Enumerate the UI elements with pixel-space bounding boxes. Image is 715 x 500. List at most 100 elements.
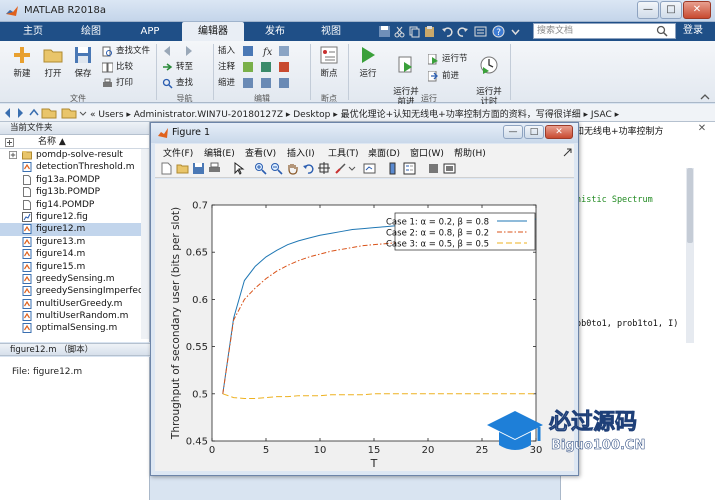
open-button[interactable]: 打开: [40, 45, 66, 79]
figure-menu-desktop[interactable]: 桌面(D): [368, 146, 400, 159]
editor-tab-label[interactable]: 知无线电+功率控制方: [575, 124, 664, 137]
nav-back-forward-icon[interactable]: [162, 45, 194, 58]
address-nav-icons[interactable]: [4, 107, 88, 119]
goto-button[interactable]: 转至: [162, 61, 193, 74]
editor-close-icon[interactable]: ✕: [696, 123, 708, 135]
minimize-button[interactable]: —: [637, 1, 659, 19]
file-item[interactable]: fig14.POMDP: [0, 199, 149, 211]
quick-copy-icon[interactable]: [408, 25, 421, 38]
file-name: detectionThreshold.m: [36, 162, 135, 173]
tab-apps[interactable]: APP: [124, 22, 176, 41]
zoom-out-icon[interactable]: [270, 162, 283, 175]
file-item[interactable]: optimalSensing.m: [0, 322, 149, 334]
figure-menu-view[interactable]: 查看(V): [245, 146, 276, 159]
address-bar: « Users ▸ Administrator.WIN7U-20180127Z …: [0, 104, 715, 122]
name-column-header[interactable]: 名称 ▲: [0, 135, 149, 149]
file-item[interactable]: fig13b.POMDP: [0, 186, 149, 198]
undo-icon[interactable]: [441, 25, 454, 38]
new-button[interactable]: 新建: [8, 45, 36, 79]
maximize-button[interactable]: □: [660, 1, 682, 19]
quick-cut-icon[interactable]: [393, 25, 406, 38]
new-figure-icon[interactable]: [160, 162, 173, 175]
figure-menu-help[interactable]: 帮助(H): [454, 146, 486, 159]
file-name: fig14.POMDP: [36, 199, 95, 210]
colorbar-icon[interactable]: [387, 162, 400, 175]
file-item[interactable]: multiUserGreedy.m: [0, 298, 149, 310]
print-button[interactable]: 打印: [102, 77, 133, 90]
file-name: figure12.fig: [36, 211, 88, 222]
zoom-in-icon[interactable]: [254, 162, 267, 175]
quick-paste-icon[interactable]: [423, 25, 436, 38]
run-section-button[interactable]: 运行节: [428, 53, 468, 66]
search-icon[interactable]: [656, 25, 668, 37]
figure-menu-edit[interactable]: 编辑(E): [204, 146, 235, 159]
link-plot-icon[interactable]: [363, 162, 376, 175]
file-item[interactable]: figure13.m: [0, 236, 149, 248]
hide-plot-tools-icon[interactable]: [427, 162, 440, 175]
file-item[interactable]: fig13a.POMDP: [0, 174, 149, 186]
file-item[interactable]: figure12.m: [0, 223, 149, 236]
search-input[interactable]: 搜索文档: [533, 23, 676, 39]
compare-button[interactable]: 比较: [102, 61, 133, 74]
find-button[interactable]: 查找: [162, 77, 193, 90]
find-files-button[interactable]: 查找文件: [102, 45, 150, 58]
advance-button[interactable]: 前进: [428, 70, 459, 83]
figure-title-bar[interactable]: Figure 1 — □ ✕: [151, 123, 578, 143]
expand-folder-icon[interactable]: [9, 151, 17, 159]
figure-menu-tools[interactable]: 工具(T): [328, 146, 359, 159]
ribbon-separator: [348, 44, 349, 100]
file-item[interactable]: greedySensingImperfect...: [0, 285, 149, 297]
figure-menu-file[interactable]: 文件(F): [163, 146, 193, 159]
switch-windows-icon[interactable]: [474, 25, 487, 38]
watermark: 必过源码 Biguo100.CN: [487, 409, 646, 453]
figure-maximize-button[interactable]: □: [524, 125, 544, 139]
indent-button[interactable]: 缩进: [218, 77, 235, 90]
edit-plot-arrow-icon[interactable]: [232, 162, 245, 175]
figure-close-button[interactable]: ✕: [545, 125, 573, 139]
address-path[interactable]: « Users ▸ Administrator.WIN7U-20180127Z …: [90, 107, 619, 120]
file-item[interactable]: detectionThreshold.m: [0, 161, 149, 173]
tab-home[interactable]: 主页: [8, 22, 58, 41]
chevron-down-icon[interactable]: [509, 25, 522, 38]
insert-button[interactable]: 插入: [218, 45, 235, 58]
open-file-icon[interactable]: [176, 162, 189, 175]
folder-scrollbar[interactable]: [141, 149, 149, 339]
redo-icon[interactable]: [456, 25, 469, 38]
expand-icon[interactable]: [5, 138, 14, 147]
pan-hand-icon[interactable]: [286, 162, 299, 175]
file-item[interactable]: greedySensing.m: [0, 273, 149, 285]
editor-scrollbar[interactable]: [686, 168, 694, 343]
brush-icon[interactable]: [334, 162, 347, 175]
tab-plots[interactable]: 绘图: [66, 22, 116, 41]
figure-dock-icon[interactable]: [563, 148, 572, 157]
tab-editor[interactable]: 编辑器: [182, 22, 244, 41]
quick-save-icon[interactable]: [378, 25, 391, 38]
figure-menu-window[interactable]: 窗口(W): [410, 146, 444, 159]
save-button[interactable]: 保存: [70, 45, 96, 79]
brush-dropdown-icon[interactable]: [348, 162, 356, 175]
help-icon[interactable]: ?: [492, 25, 505, 38]
save-figure-icon[interactable]: [192, 162, 205, 175]
file-item[interactable]: figure15.m: [0, 261, 149, 273]
print-figure-icon[interactable]: [208, 162, 221, 175]
file-item[interactable]: multiUserRandom.m: [0, 310, 149, 322]
figure-menu-insert[interactable]: 插入(I): [287, 146, 315, 159]
file-item[interactable]: figure14.m: [0, 248, 149, 260]
file-item[interactable]: pomdp-solve-result: [0, 149, 149, 161]
run-button[interactable]: 运行: [353, 45, 383, 79]
editor-scrollbar-thumb[interactable]: [687, 168, 693, 243]
edit-tools-icon[interactable]: fx: [243, 45, 305, 90]
login-button[interactable]: 登录: [683, 23, 703, 39]
figure-minimize-button[interactable]: —: [503, 125, 523, 139]
data-cursor-icon[interactable]: [318, 162, 331, 175]
tab-view[interactable]: 视图: [305, 22, 357, 41]
collapse-ribbon-icon[interactable]: [700, 93, 710, 101]
file-item[interactable]: figure12.fig: [0, 211, 149, 223]
legend-icon[interactable]: [403, 162, 416, 175]
close-button[interactable]: ✕: [683, 1, 711, 19]
rotate-3d-icon[interactable]: [302, 162, 315, 175]
comment-button[interactable]: 注释: [218, 61, 235, 74]
breakpoints-button[interactable]: 断点: [313, 45, 345, 79]
tab-publish[interactable]: 发布: [250, 22, 300, 41]
show-plot-tools-icon[interactable]: [443, 162, 456, 175]
